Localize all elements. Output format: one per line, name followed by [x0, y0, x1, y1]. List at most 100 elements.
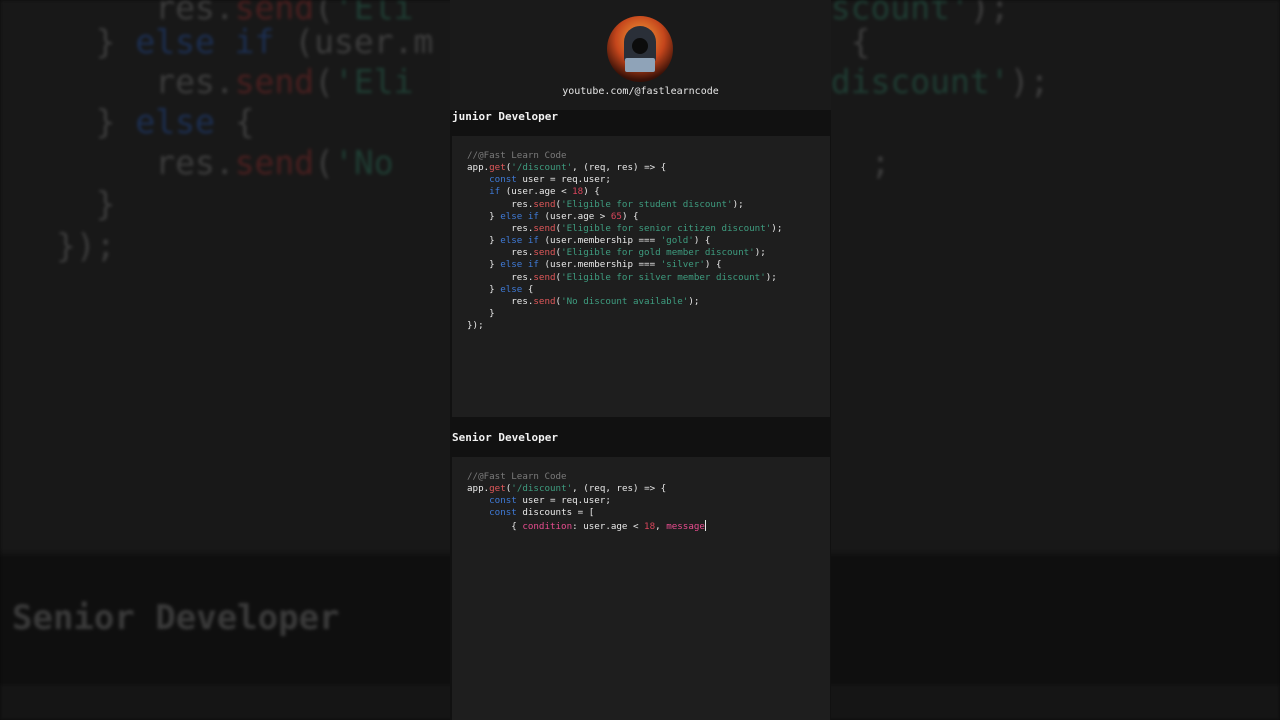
code-line: const discounts = [ — [467, 507, 594, 518]
code-token: { — [467, 520, 523, 532]
code-token: }); — [467, 320, 484, 332]
code-line: const user = req.user; — [467, 174, 611, 185]
code-token: //@Fast Learn Code — [467, 471, 567, 482]
channel-header: youtube.com/@fastlearncode — [450, 0, 831, 110]
code-token: } — [467, 259, 501, 271]
senior-code-block: //@Fast Learn Code app.get('/discount', … — [452, 457, 830, 720]
background-token: else — [135, 102, 215, 141]
code-token: message — [666, 520, 705, 532]
senior-section-title: Senior Developer — [452, 431, 558, 444]
code-token: get — [489, 162, 506, 174]
code-token: ) { — [704, 259, 722, 271]
background-code-line: }); — [56, 226, 116, 265]
code-token: 'gold' — [660, 235, 694, 247]
code-token: user = req.user; — [516, 495, 611, 507]
code-token: { — [522, 283, 534, 295]
code-token: '/discount' — [511, 162, 573, 174]
background-token: 'Eli — [334, 62, 414, 101]
code-token: } — [467, 283, 501, 295]
code-line: res.send('Eligible for student discount'… — [467, 198, 743, 210]
code-token: : user.age < — [572, 520, 645, 532]
channel-url: youtube.com/@fastlearncode — [562, 86, 719, 97]
code-token: } — [467, 235, 501, 247]
code-token: (user.membership === — [538, 259, 661, 271]
code-line: //@Fast Learn Code — [467, 471, 567, 482]
code-token: else — [500, 283, 523, 295]
code-token: //@Fast Learn Code — [467, 150, 567, 161]
code-token: 'Eligible for silver member discount' — [561, 271, 766, 283]
background-code-line: } else { — [36, 102, 255, 141]
code-token: 'Eligible for student discount' — [561, 198, 733, 210]
background-token: { — [214, 102, 255, 141]
code-token: if — [489, 186, 501, 198]
code-token: send — [533, 295, 556, 307]
code-token: res. — [467, 271, 534, 283]
code-token: app. — [467, 483, 490, 495]
code-token: } — [467, 308, 495, 320]
code-token: const — [489, 174, 517, 186]
code-token: ); — [688, 295, 700, 307]
code-token: ) { — [621, 210, 639, 222]
code-token: discounts = [ — [516, 507, 595, 519]
junior-section-title: junior Developer — [452, 110, 558, 123]
code-token: , — [655, 520, 667, 532]
code-line: }); — [467, 320, 484, 331]
code-token: res. — [467, 295, 534, 307]
code-line: app.get('/discount', (req, res) => { — [467, 162, 666, 173]
code-line: } else { — [467, 284, 533, 295]
code-token: (user.age < — [500, 186, 573, 198]
code-token: (user.membership === — [538, 235, 661, 247]
code-line: if (user.age < 18) { — [467, 186, 600, 197]
code-token: ) { — [693, 235, 711, 247]
code-token: else if — [500, 235, 539, 247]
code-token: ); — [754, 247, 766, 259]
code-line: //@Fast Learn Code — [467, 150, 567, 161]
code-token: ); — [771, 222, 783, 234]
background-token: } — [36, 22, 136, 61]
code-token: res. — [467, 198, 534, 210]
code-token: 'Eligible for gold member discount' — [561, 247, 755, 259]
background-title: Senior Developer — [12, 598, 340, 638]
background-token: send — [234, 143, 315, 182]
background-token: ); — [969, 0, 1010, 27]
background-token: send — [234, 62, 315, 101]
background-token: res. — [36, 143, 235, 182]
background-token: 'No — [334, 143, 394, 182]
code-token: get — [489, 483, 506, 495]
hooded-coder-avatar-icon — [607, 16, 673, 82]
background-token: }); — [56, 226, 116, 265]
code-token: '/discount' — [511, 483, 573, 495]
code-token: send — [533, 271, 556, 283]
code-token: 18 — [644, 520, 656, 532]
code-line: } else if (user.age > 65) { — [467, 210, 639, 222]
junior-code-block: //@Fast Learn Code app.get('/discount', … — [452, 136, 830, 417]
code-token: ) { — [583, 186, 600, 198]
junior-code: //@Fast Learn Code app.get('/discount', … — [467, 150, 782, 332]
code-line: res.send('Eligible for gold member disco… — [467, 247, 766, 258]
code-token: ); — [765, 271, 777, 283]
background-token: else if — [135, 22, 275, 61]
code-token: send — [533, 222, 556, 234]
code-token: else if — [500, 210, 539, 222]
code-token: send — [533, 247, 556, 259]
background-token: ( — [314, 143, 335, 182]
code-line: app.get('/discount', (req, res) => { — [467, 483, 666, 494]
code-token: condition — [522, 520, 573, 532]
code-token: (user.age > — [538, 210, 611, 222]
background-token: } — [36, 102, 136, 141]
video-panel: youtube.com/@fastlearncode junior Develo… — [450, 0, 831, 720]
code-line: const user = req.user; — [467, 495, 611, 506]
text-cursor — [704, 519, 706, 531]
code-line: res.send('No discount available'); — [467, 296, 699, 307]
background-token: ( — [314, 62, 335, 101]
code-token: app. — [467, 162, 490, 174]
code-token: 65 — [610, 210, 622, 222]
senior-code: //@Fast Learn Code app.get('/discount', … — [467, 471, 706, 533]
code-line: res.send('Eligible for senior citizen di… — [467, 223, 782, 234]
code-token: } — [467, 210, 501, 222]
code-token: const — [489, 507, 517, 519]
background-token: (user.m — [274, 22, 434, 61]
